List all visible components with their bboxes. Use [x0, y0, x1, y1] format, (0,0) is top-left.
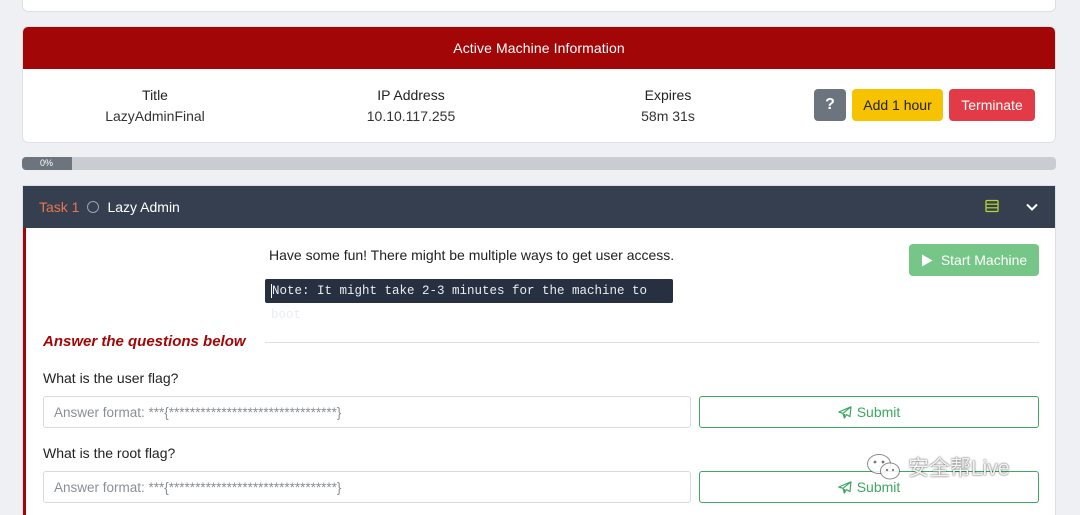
task-header[interactable]: Task 1 Lazy Admin	[23, 186, 1055, 228]
expires-label: Expires	[644, 87, 692, 103]
question-2-text: What is the root flag?	[43, 445, 176, 461]
list-icon[interactable]	[985, 199, 999, 213]
ip-label: IP Address	[377, 87, 445, 103]
start-machine-label: Start Machine	[940, 252, 1028, 268]
expires-column: Expires 58m 31s	[588, 87, 748, 124]
answer-heading: Answer the questions below	[43, 333, 246, 350]
ip-column: IP Address 10.10.117.255	[331, 87, 491, 124]
task-note: Note: It might take 2-3 minutes for the …	[265, 279, 673, 322]
title-column: Title LazyAdminFinal	[75, 87, 235, 124]
answer-2-input[interactable]: Answer format: ***{*********************…	[43, 471, 691, 503]
help-button[interactable]: ?	[814, 89, 846, 121]
task-status-circle-icon	[87, 201, 100, 213]
question-1-text: What is the user flag?	[43, 370, 179, 386]
task-description: Have some fun! There might be multiple w…	[269, 247, 675, 263]
title-value: LazyAdminFinal	[105, 108, 205, 124]
active-machine-card: Active Machine Information Title LazyAdm…	[22, 26, 1056, 143]
terminate-button[interactable]: Terminate	[949, 89, 1035, 121]
task-accent-border	[23, 228, 26, 515]
progress-fill: 0%	[22, 157, 72, 170]
task-title: Lazy Admin	[107, 199, 180, 215]
start-machine-button[interactable]: Start Machine	[909, 244, 1039, 276]
add-hour-button[interactable]: Add 1 hour	[852, 89, 943, 121]
watermark: 安全帮Live	[866, 452, 1010, 482]
title-label: Title	[142, 87, 168, 103]
question-icon: ?	[825, 96, 835, 113]
submit-1-label: Submit	[856, 404, 901, 420]
expires-value: 58m 31s	[641, 108, 695, 124]
submit-1-button[interactable]: Submit	[699, 396, 1039, 428]
watermark-text: 安全帮Live	[908, 457, 1010, 480]
task-note-text: Note: It might take 2-3 minutes for the …	[271, 284, 648, 322]
machine-header: Active Machine Information	[23, 27, 1055, 69]
wechat-icon	[867, 454, 900, 480]
previous-card	[22, 0, 1056, 12]
chevron-down-icon[interactable]	[1025, 200, 1039, 214]
answer-1-input[interactable]: Answer format: ***{*********************…	[43, 396, 691, 428]
task-number: Task 1	[39, 199, 80, 215]
paper-plane-icon	[837, 480, 852, 494]
divider	[265, 342, 1039, 343]
paper-plane-icon	[837, 405, 852, 419]
play-icon	[921, 254, 933, 266]
progress-bar: 0%	[22, 157, 1056, 170]
ip-value: 10.10.117.255	[366, 108, 456, 124]
